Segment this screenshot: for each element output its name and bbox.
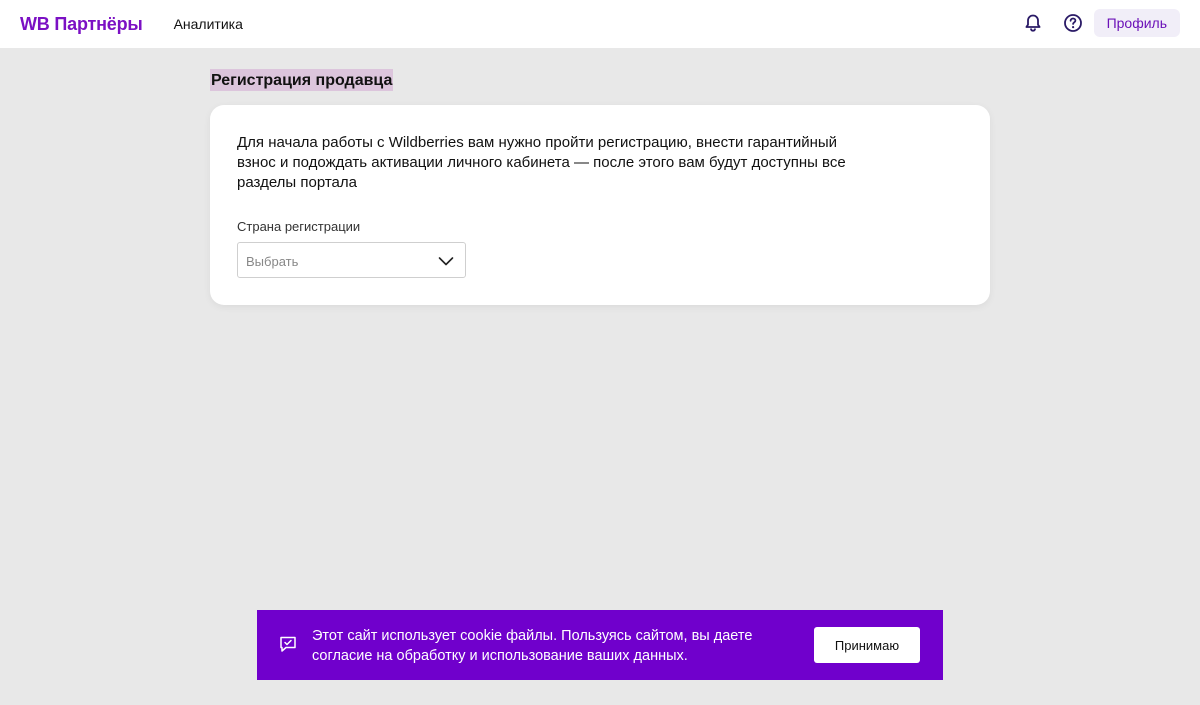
cookie-banner-text: Этот сайт использует cookie файлы. Польз… xyxy=(312,628,753,664)
help-icon[interactable] xyxy=(1062,12,1084,34)
header-actions: Профиль xyxy=(1022,9,1180,37)
logo[interactable]: WB Партнёры xyxy=(20,14,143,35)
bell-icon[interactable] xyxy=(1022,12,1044,34)
chat-check-icon xyxy=(278,634,298,654)
page-title: Регистрация продавца xyxy=(210,69,394,91)
accept-cookies-button[interactable]: Принимаю xyxy=(814,627,920,663)
chevron-down-icon xyxy=(438,254,454,266)
profile-button[interactable]: Профиль xyxy=(1093,9,1180,37)
country-field-label: Страна регистрации xyxy=(237,219,361,234)
country-select-placeholder: Выбрать xyxy=(246,254,299,269)
top-header: WB Партнёры Аналитика Профиль xyxy=(0,0,1200,48)
registration-card: Для начала работы с Wildberries вам нужн… xyxy=(210,105,990,305)
country-select[interactable]: Выбрать xyxy=(237,242,466,278)
registration-intro-text: Для начала работы с Wildberries вам нужн… xyxy=(237,134,846,191)
nav-link-analytics[interactable]: Аналитика xyxy=(174,16,243,32)
cookie-banner: Этот сайт использует cookie файлы. Польз… xyxy=(257,610,943,680)
